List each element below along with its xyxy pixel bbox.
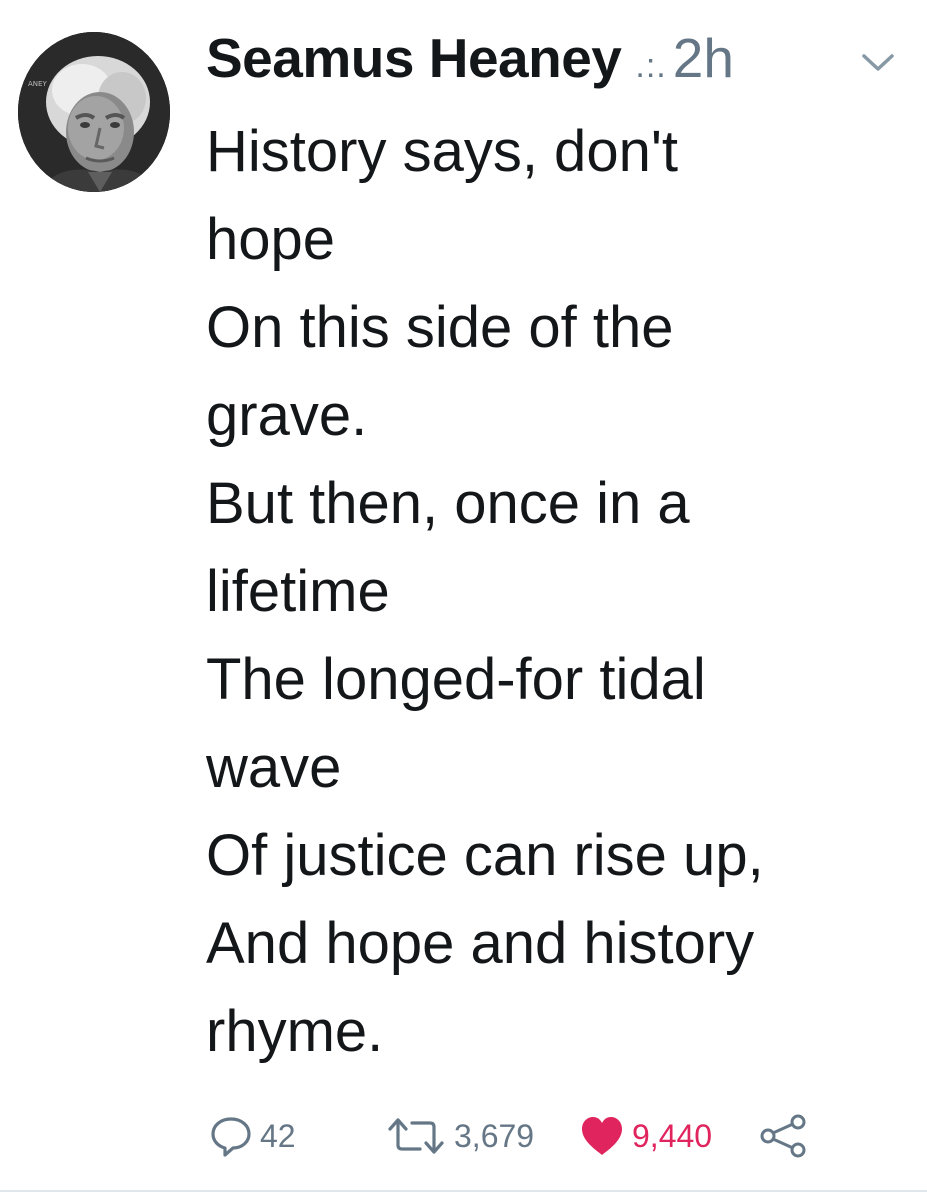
tweet-text-line: The longed-for tidal (206, 647, 706, 712)
tweet-actions: 42 3,679 9,440 (0, 1106, 927, 1166)
tweet-text-line: wave (206, 735, 342, 800)
retweet-count: 3,679 (454, 1117, 535, 1154)
author-name[interactable]: Seamus Heaney (206, 26, 622, 90)
reply-bubble-icon (211, 1117, 251, 1157)
tweet-text-line: On this side of the (206, 295, 674, 360)
reply-button[interactable]: 42 (208, 1106, 296, 1166)
tweet-text-line: History says, don't (206, 119, 679, 184)
heart-icon (582, 1117, 622, 1155)
chevron-down-icon[interactable] (860, 50, 896, 74)
tweet-text-line: But then, once in a (206, 471, 690, 536)
divider (0, 1190, 927, 1192)
tweet-text-line: hope (206, 207, 336, 272)
retweet-button[interactable]: 3,679 (384, 1106, 534, 1166)
author-handle[interactable]: .:. (635, 47, 666, 86)
reply-count: 42 (260, 1117, 296, 1154)
tweet-text-line: Of justice can rise up, (206, 823, 764, 888)
like-button[interactable]: 9,440 (578, 1106, 712, 1166)
tweet: ANEY Seamus Heaney .:. 2h History says, … (0, 0, 927, 1200)
like-count: 9,440 (632, 1117, 713, 1154)
share-button[interactable] (758, 1106, 810, 1166)
tweet-text-line: lifetime (206, 559, 390, 624)
avatar[interactable]: ANEY (18, 32, 170, 192)
tweet-text: History says, don't hope On this side of… (206, 108, 906, 1076)
tweet-text-line: grave. (206, 383, 368, 448)
tweet-header: Seamus Heaney .:. 2h (206, 26, 734, 96)
avatar-watermark-text: ANEY (28, 80, 47, 88)
retweet-icon (388, 1118, 444, 1154)
share-icon (760, 1114, 806, 1158)
avatar-image (18, 32, 170, 192)
tweet-timestamp[interactable]: 2h (673, 26, 734, 90)
tweet-text-line: rhyme. (206, 999, 384, 1064)
tweet-text-line: And hope and history (206, 911, 755, 976)
